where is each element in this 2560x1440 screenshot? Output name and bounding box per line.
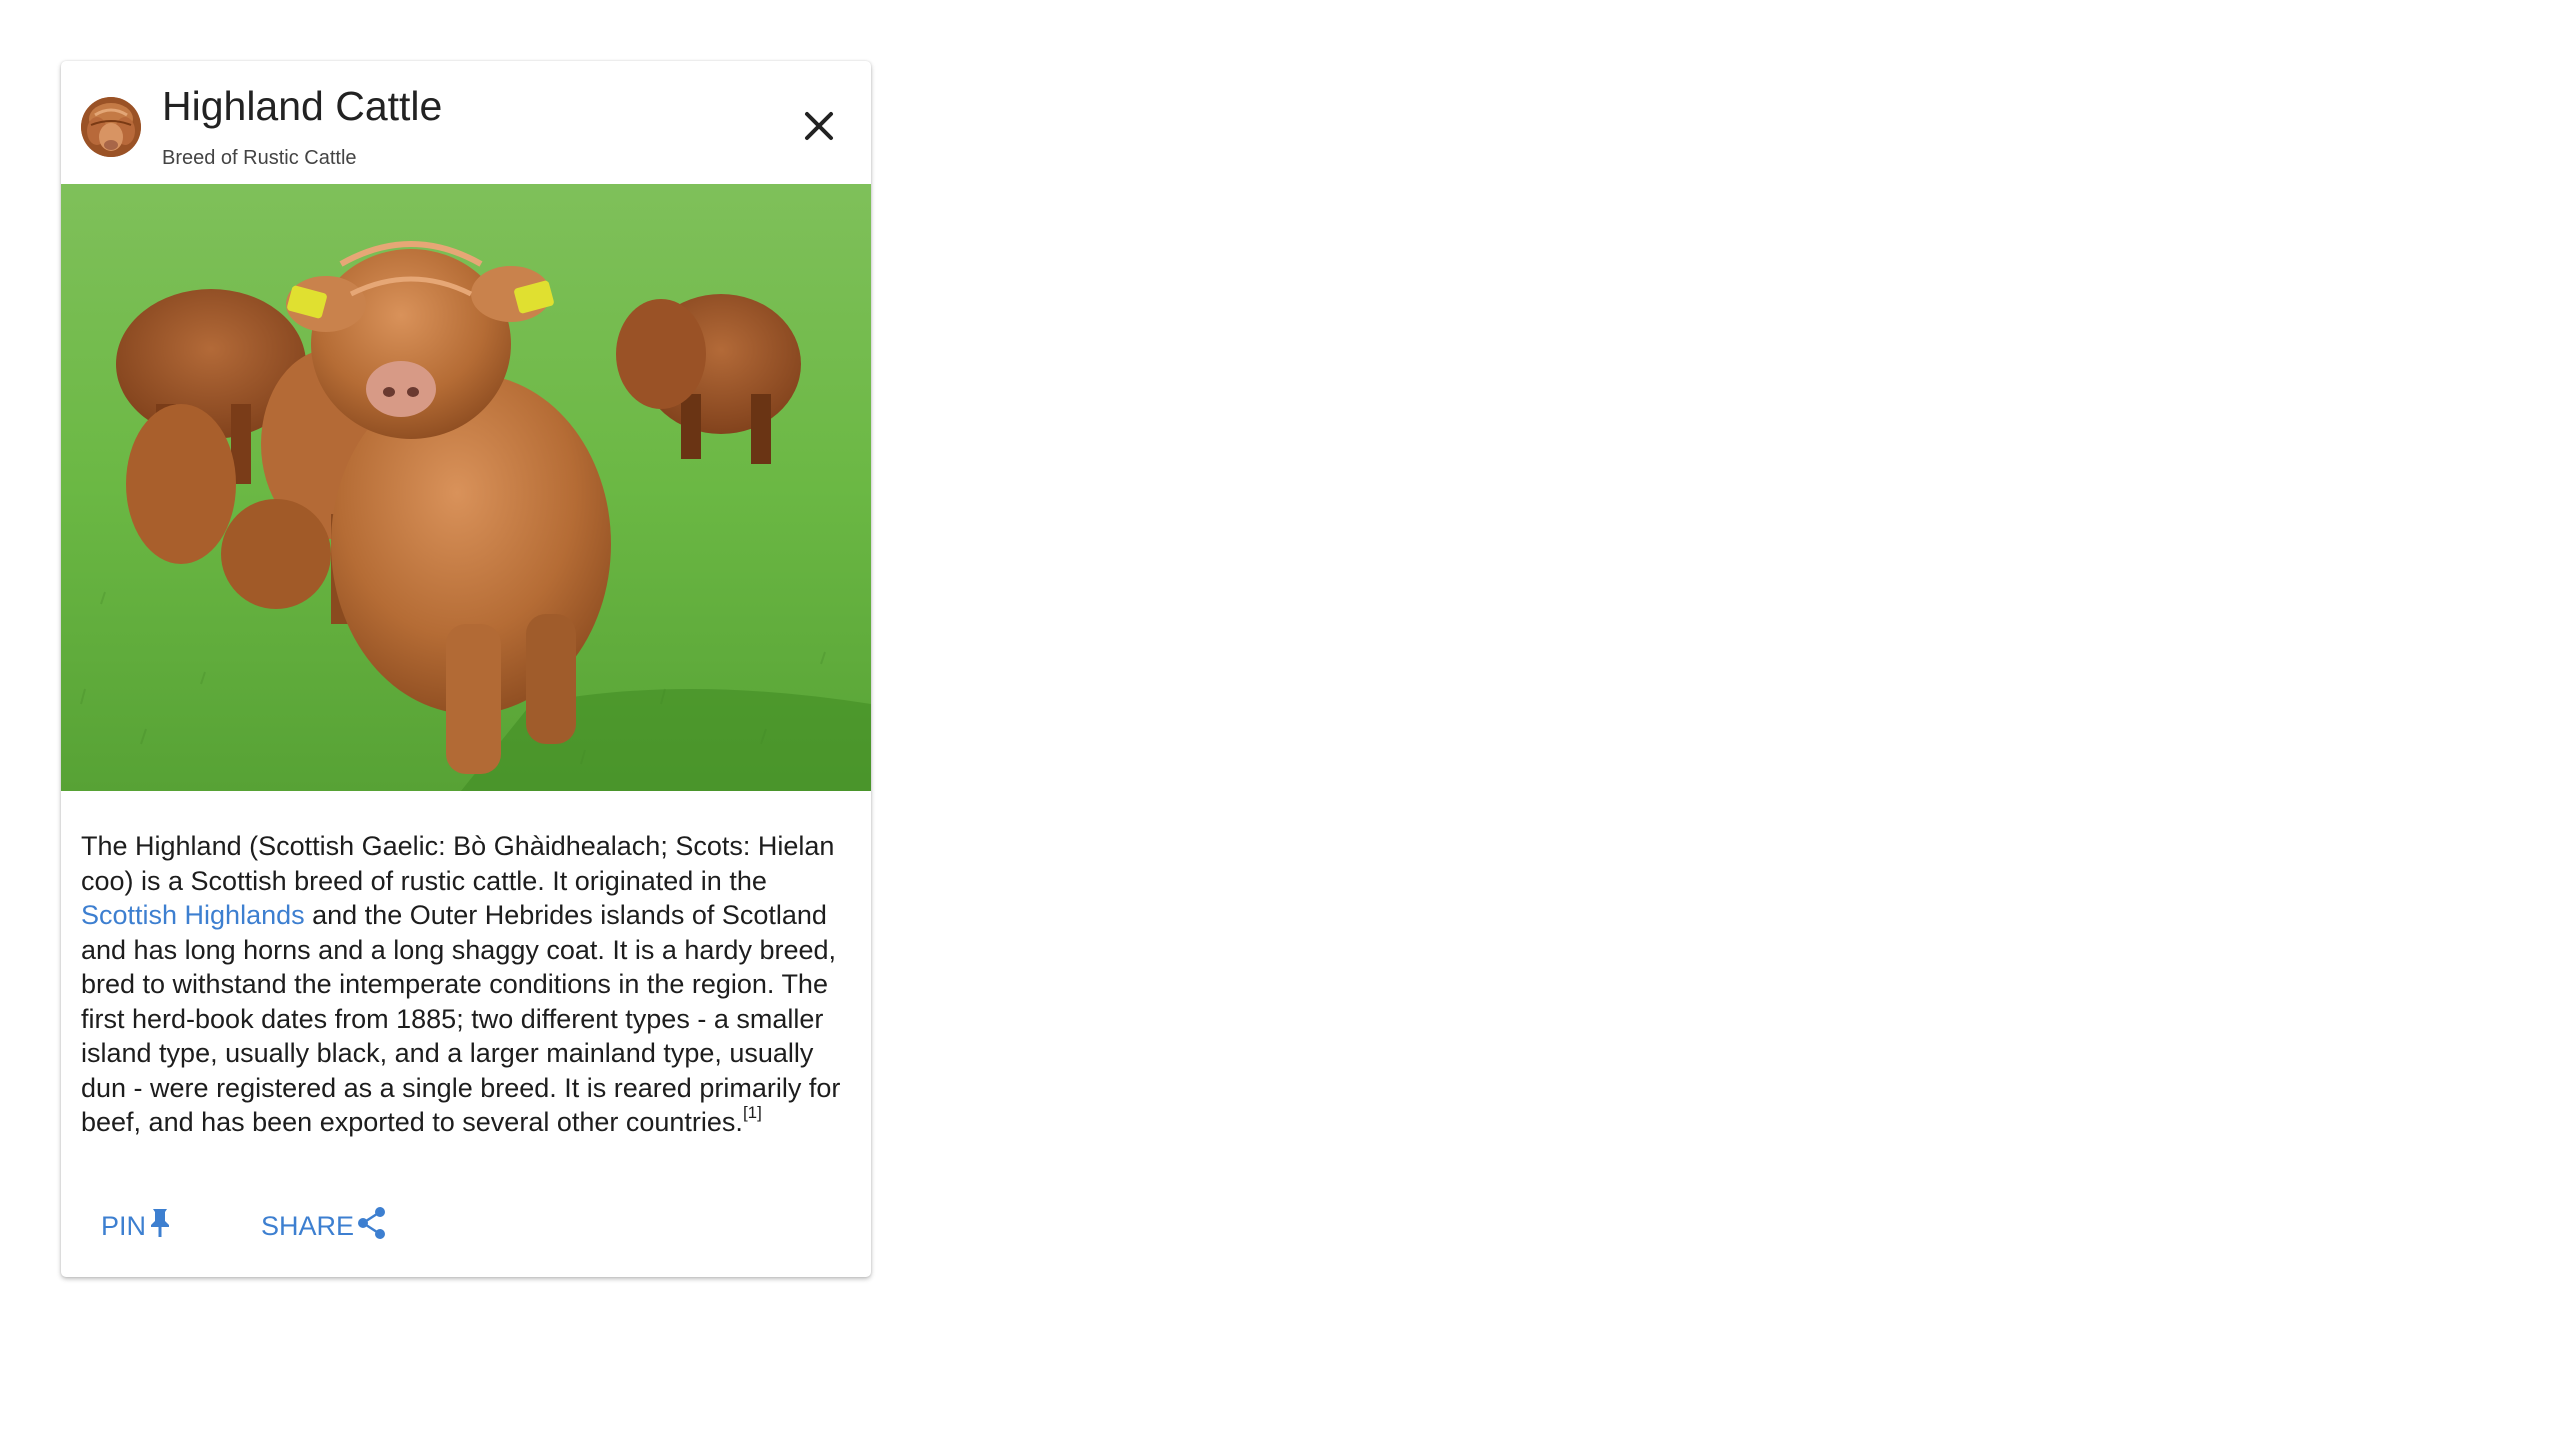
- highland-calves-photo-icon: [61, 184, 871, 791]
- scottish-highlands-link[interactable]: Scottish Highlands: [81, 900, 305, 930]
- info-card: Highland Cattle Breed of Rustic Cattle T…: [61, 61, 871, 1277]
- pin-icon: [148, 1207, 172, 1246]
- highland-cow-avatar-icon: [81, 97, 141, 157]
- share-label: SHARE: [261, 1210, 355, 1241]
- avatar: [81, 97, 141, 157]
- close-button[interactable]: [802, 109, 836, 143]
- pin-button[interactable]: PIN: [81, 1201, 172, 1251]
- description: The Highland (Scottish Gaelic: Bò Ghàidh…: [81, 829, 856, 1140]
- share-button[interactable]: SHARE: [241, 1201, 388, 1251]
- pin-label: PIN: [101, 1210, 147, 1241]
- card-header: Highland Cattle Breed of Rustic Cattle: [61, 61, 871, 184]
- share-icon: [356, 1206, 388, 1247]
- description-text-before: The Highland (Scottish Gaelic: Bò Ghàidh…: [81, 831, 835, 896]
- footnote-reference[interactable]: [1]: [743, 1103, 762, 1122]
- hero-image: [61, 184, 871, 791]
- card-subtitle: Breed of Rustic Cattle: [162, 147, 357, 169]
- description-text-after: and the Outer Hebrides islands of Scotla…: [81, 900, 841, 1137]
- close-icon: [805, 112, 833, 140]
- card-title: Highland Cattle: [162, 83, 443, 129]
